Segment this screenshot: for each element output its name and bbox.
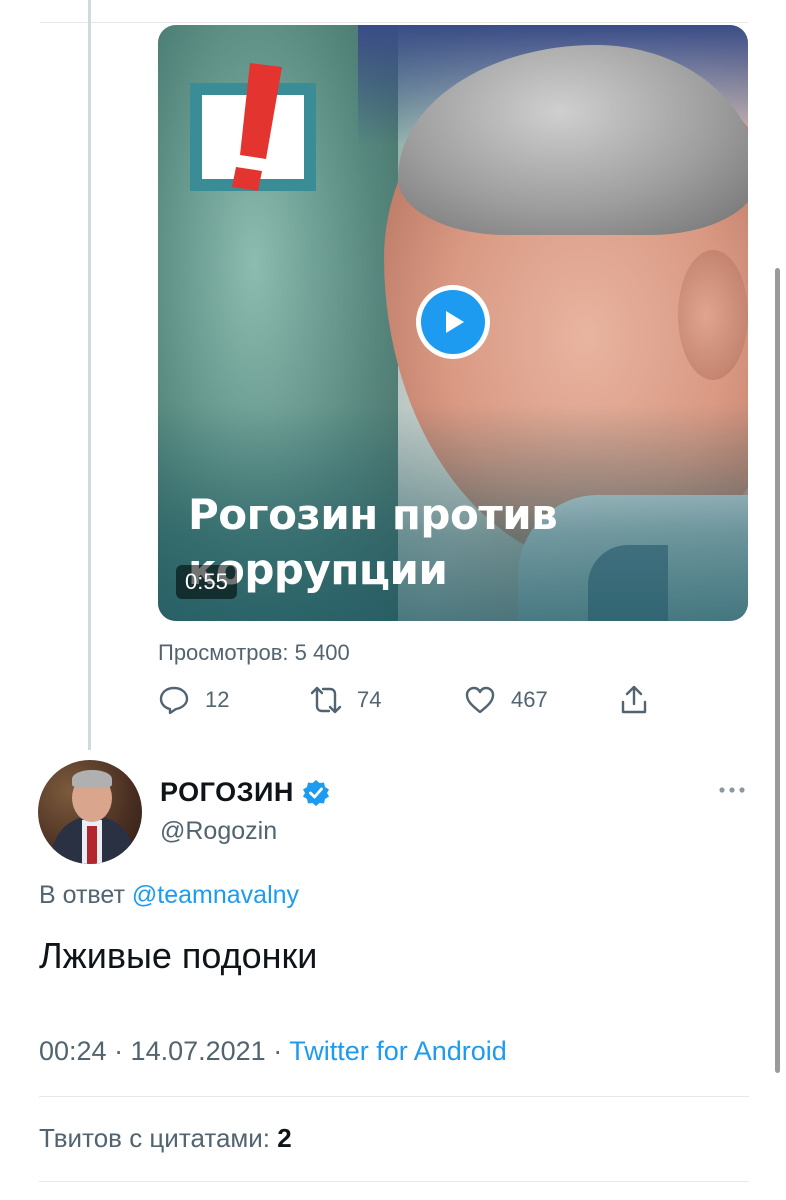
video-title: Рогозин против коррупции [188,490,558,594]
tweet-text: Лживые подонки [39,935,318,976]
heart-icon [465,686,495,714]
reply-count: 12 [205,687,230,712]
retweet-button[interactable]: 74 [310,684,381,716]
tweet-actions: 12 74 467 [158,684,678,724]
like-count: 467 [511,687,548,712]
verified-badge-icon [302,779,329,806]
quote-tweets-stat[interactable]: Твитов с цитатами: 2 [39,1123,292,1154]
tweet-timestamp[interactable]: 00:24 · 14.07.2021 · [39,1036,289,1066]
quote-tweets-count: 2 [277,1123,292,1153]
reply-icon [159,686,189,715]
divider [39,1096,749,1097]
reply-button[interactable]: 12 [158,684,229,716]
more-options-icon[interactable] [718,786,746,794]
scrollbar[interactable] [775,268,780,1073]
author-name-row[interactable]: РОГОЗИН [160,777,330,808]
avatar[interactable] [38,760,142,864]
video-card[interactable]: Рогозин против коррупции 0:55 [158,25,748,621]
reply-prefix: В ответ [39,881,125,909]
replying-to: В ответ @teamnavalny [39,881,299,910]
avatar-hair [72,770,112,788]
quote-tweets-label: Твитов с цитатами: [39,1123,278,1153]
top-divider [40,0,748,23]
user-handle[interactable]: @Rogozin [160,817,277,846]
retweet-icon [310,686,342,714]
retweet-count: 74 [357,687,382,712]
video-duration: 0:55 [176,565,237,599]
divider [39,1181,749,1182]
thread-connector-line [88,0,91,750]
tweet-source-link[interactable]: Twitter for Android [289,1036,507,1066]
like-button[interactable]: 467 [464,684,548,716]
play-button[interactable] [416,285,490,359]
navalny-exclamation-logo [190,63,316,191]
avatar-tie [87,826,97,864]
share-button[interactable] [618,684,650,716]
display-name[interactable]: РОГОЗИН [160,777,294,808]
share-icon [621,685,647,714]
tweet-meta: 00:24 · 14.07.2021 · Twitter for Android [39,1036,507,1067]
view-count: Просмотров: 5 400 [158,640,350,665]
play-icon [421,290,485,354]
video-person-ear [678,250,748,380]
reply-to-handle-link[interactable]: @teamnavalny [132,881,299,909]
